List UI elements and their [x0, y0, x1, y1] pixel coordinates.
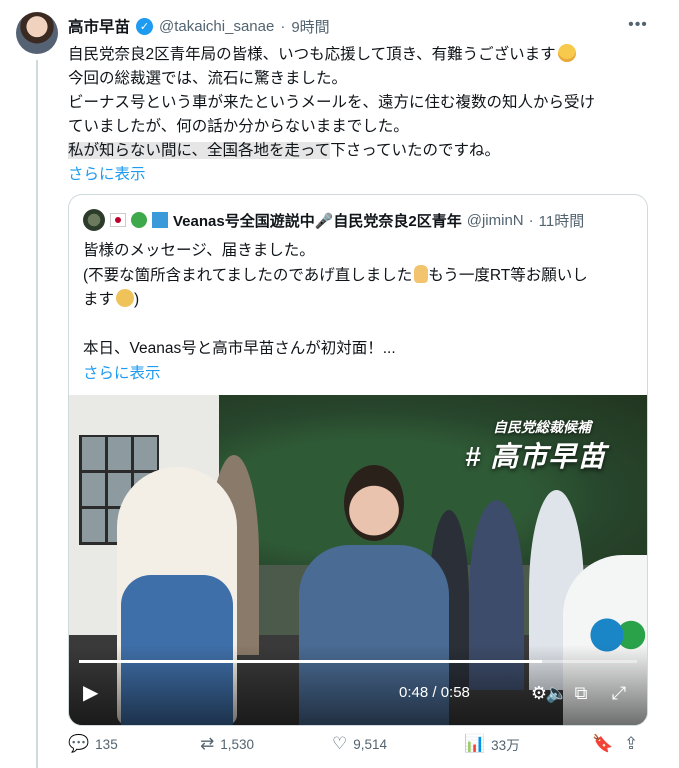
folded-hands-emoji-icon — [414, 264, 429, 283]
retweet-button[interactable]: ⇄ 1,530 — [200, 732, 254, 756]
heart-icon: ♡ — [332, 734, 348, 753]
tweet-timestamp[interactable]: 9時間 — [291, 16, 329, 37]
quoted-avatar[interactable] — [83, 209, 105, 231]
quoted-line: 皆様のメッセージ、届きました。 — [83, 242, 315, 259]
person-emoji-icon — [116, 289, 135, 307]
header-separator: · — [280, 17, 286, 35]
tweet-line: 自民党奈良2区青年局の皆様、いつも応援して頂き、有難うございます — [68, 43, 658, 67]
picture-in-picture-icon[interactable]: ⧉ — [569, 681, 593, 705]
video-time-display: 0:48 / 0:58 — [399, 684, 470, 701]
quoted-tweet[interactable]: Veanas号全国遊説中🎤自民党奈良2区青年 @jiminN · 11時間 皆様… — [68, 194, 648, 726]
like-count: 9,514 — [353, 736, 388, 752]
smiling-face-emoji-icon — [557, 44, 576, 62]
retweet-count: 1,530 — [220, 736, 255, 752]
tweet-text: 自民党奈良2区青年局の皆様、いつも応援して頂き、有難うございます 今回の総裁選で… — [68, 43, 658, 187]
quoted-handle[interactable]: @jiminN — [467, 212, 524, 229]
reply-count: 135 — [95, 736, 118, 752]
play-icon[interactable]: ▶ — [83, 681, 107, 705]
quoted-line — [83, 313, 639, 338]
video-player[interactable]: 自民党総裁候補 # 高市早苗 ▶ 0:48 / 0:58 🔈 ⚙ ⧉ ⤢ — [69, 395, 647, 725]
tweet-line: ビーナス号という車が来たというメールを、遠方に住む複数の知人から受け — [68, 94, 596, 111]
quoted-tweet-header: Veanas号全国遊説中🎤自民党奈良2区青年 @jiminN · 11時間 — [83, 209, 584, 231]
quoted-show-more-link[interactable]: さらに表示 — [83, 365, 161, 382]
quoted-timestamp[interactable]: 11時間 — [539, 210, 585, 231]
tweet-line: 今回の総裁選では、流石に驚きました。 — [68, 70, 348, 87]
highlighted-text: 私が知らない間に、全国各地を走って — [68, 142, 331, 159]
share-icon: ⇪ — [624, 734, 639, 753]
share-button[interactable]: ⇪ — [624, 732, 638, 756]
views-button[interactable]: 📊 33万 — [464, 732, 520, 756]
video-overlay-title: # 高市早苗 — [465, 441, 607, 472]
quoted-display-name[interactable]: Veanas号全国遊説中🎤自民党奈良2区青年 — [173, 210, 462, 231]
bookmark-button[interactable]: 🔖 — [592, 732, 613, 756]
retweet-icon: ⇄ — [200, 734, 215, 753]
tweet-line: ていましたが、何の話か分からないままでした。 — [68, 118, 409, 135]
quoted-line: (不要な箇所含まれてましたのであげ直しました もう一度RT等お願いし — [83, 264, 588, 284]
verified-badge-icon: ✓ — [136, 17, 154, 35]
quoted-text: 皆様のメッセージ、届きました。 (不要な箇所含まれてましたのであげ直しました もう… — [83, 239, 639, 386]
settings-icon[interactable]: ⚙ — [527, 681, 551, 705]
quoted-line: ます) — [83, 289, 140, 308]
like-button[interactable]: ♡ 9,514 — [332, 732, 387, 756]
quoted-line: 本日、Veanas号と高市早苗さんが初対面！... — [83, 340, 396, 357]
quoted-separator: · — [528, 211, 534, 229]
thread-line — [36, 60, 38, 768]
video-progress-bar[interactable] — [79, 660, 637, 663]
tweet-line: 私が知らない間に、全国各地を走って下さっていたのですね。 — [68, 142, 500, 159]
video-progress-fill — [79, 660, 543, 663]
views-chart-icon: 📊 — [464, 734, 486, 753]
tweet-actions: 💬 135 ⇄ 1,530 ♡ 9,514 📊 33万 🔖 ⇪ — [68, 732, 648, 756]
reply-icon: 💬 — [68, 734, 90, 753]
green-circle-icon — [131, 212, 147, 228]
tweet-header: 高市早苗 ✓ @takaichi_sanae · 9時間 — [68, 14, 330, 38]
fullscreen-icon[interactable]: ⤢ — [607, 681, 631, 705]
more-options-icon[interactable]: ••• — [624, 16, 652, 36]
video-overlay-subtitle: 自民党総裁候補 — [493, 419, 591, 435]
avatar[interactable] — [16, 12, 58, 54]
author-handle[interactable]: @takaichi_sanae — [159, 18, 274, 35]
author-display-name[interactable]: 高市早苗 — [68, 15, 130, 37]
view-count: 33万 — [491, 738, 520, 753]
blue-square-icon — [152, 212, 168, 228]
japan-flag-icon — [110, 213, 126, 227]
show-more-link[interactable]: さらに表示 — [68, 166, 146, 183]
bookmark-icon: 🔖 — [592, 734, 614, 753]
reply-button[interactable]: 💬 135 — [68, 732, 118, 756]
tweet-card[interactable]: 高市早苗 ✓ @takaichi_sanae · 9時間 ••• 自民党奈良2区… — [0, 0, 679, 768]
